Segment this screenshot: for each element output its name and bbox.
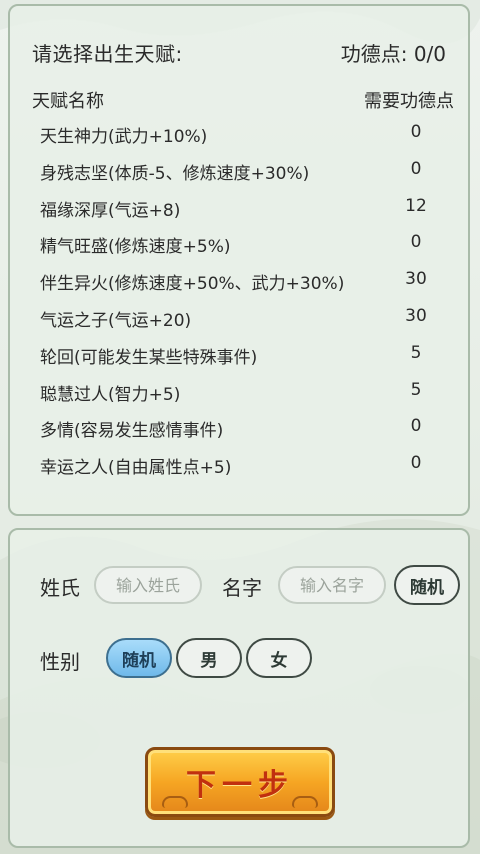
talent-cost: 5	[410, 379, 422, 400]
talent-cost: 12	[405, 195, 427, 216]
merit-points: 功德点: 0/0	[341, 38, 446, 67]
cloud-ornament-icon	[162, 796, 188, 808]
surname-label: 姓氏	[40, 576, 80, 600]
talent-name: 精气旺盛(修炼速度+5%)	[40, 237, 231, 258]
talent-cost: 0	[410, 416, 422, 437]
random-name-button[interactable]: 随机	[394, 565, 460, 605]
given-name-label: 名字	[222, 576, 262, 600]
talent-cost: 30	[405, 269, 427, 290]
talent-cost: 5	[410, 342, 422, 363]
surname-input[interactable]	[94, 566, 202, 604]
talent-cost: 0	[410, 158, 422, 179]
talent-row[interactable]: 天生神力(武力+10%) 0	[10, 116, 468, 153]
talent-row[interactable]: 伴生异火(修炼速度+50%、武力+30%) 30	[10, 263, 468, 300]
next-step-label: 下一步	[186, 768, 294, 803]
talent-cost-header: 需要功德点	[364, 91, 454, 112]
gender-label: 性别	[40, 650, 80, 674]
talent-name: 身残志坚(体质-5、修炼速度+30%)	[40, 163, 310, 184]
merit-label: 功德点:	[340, 42, 408, 66]
talent-name: 多情(容易发生感情事件)	[40, 421, 224, 442]
talent-name: 幸运之人(自由属性点+5)	[40, 458, 232, 479]
talent-name: 福缘深厚(气运+8)	[40, 200, 181, 221]
talent-row[interactable]: 多情(容易发生感情事件) 0	[10, 410, 468, 447]
talent-name: 聪慧过人(智力+5)	[40, 384, 181, 405]
talent-name: 轮回(可能发生某些特殊事件)	[40, 347, 258, 368]
talent-name: 伴生异火(修炼速度+50%、武力+30%)	[40, 274, 345, 295]
talent-row[interactable]: 身残志坚(体质-5、修炼速度+30%) 0	[10, 153, 468, 190]
talent-name-header: 天赋名称	[32, 91, 104, 112]
gender-option-female[interactable]: 女	[246, 638, 312, 678]
merit-value: 0/0	[413, 42, 446, 66]
talent-cost: 0	[410, 122, 422, 142]
talent-prompt: 请选择出生天赋:	[32, 42, 183, 66]
talent-row[interactable]: 福缘深厚(气运+8) 12	[10, 190, 468, 227]
cloud-ornament-icon	[292, 796, 318, 808]
talent-cost: 0	[410, 453, 422, 474]
talent-name: 天生神力(武力+10%)	[40, 127, 208, 147]
talent-list: 天生神力(武力+10%) 0 身残志坚(体质-5、修炼速度+30%) 0 福缘深…	[10, 116, 468, 484]
given-name-input[interactable]	[278, 566, 386, 604]
next-step-button[interactable]: 下一步	[145, 747, 335, 817]
talent-name: 气运之子(气运+20)	[40, 310, 192, 331]
talent-panel: 请选择出生天赋: 功德点: 0/0 天赋名称 需要功德点 天生神力(武力+10%…	[8, 4, 470, 516]
talent-row[interactable]: 气运之子(气运+20) 30	[10, 300, 468, 337]
talent-row[interactable]: 轮回(可能发生某些特殊事件) 5	[10, 337, 468, 374]
talent-cost: 30	[405, 305, 427, 326]
talent-row[interactable]: 幸运之人(自由属性点+5) 0	[10, 447, 468, 484]
gender-option-random[interactable]: 随机	[106, 638, 172, 678]
gender-option-male[interactable]: 男	[176, 638, 242, 678]
talent-row[interactable]: 精气旺盛(修炼速度+5%) 0	[10, 226, 468, 263]
talent-row[interactable]: 聪慧过人(智力+5) 5	[10, 374, 468, 411]
talent-cost: 0	[410, 232, 422, 253]
